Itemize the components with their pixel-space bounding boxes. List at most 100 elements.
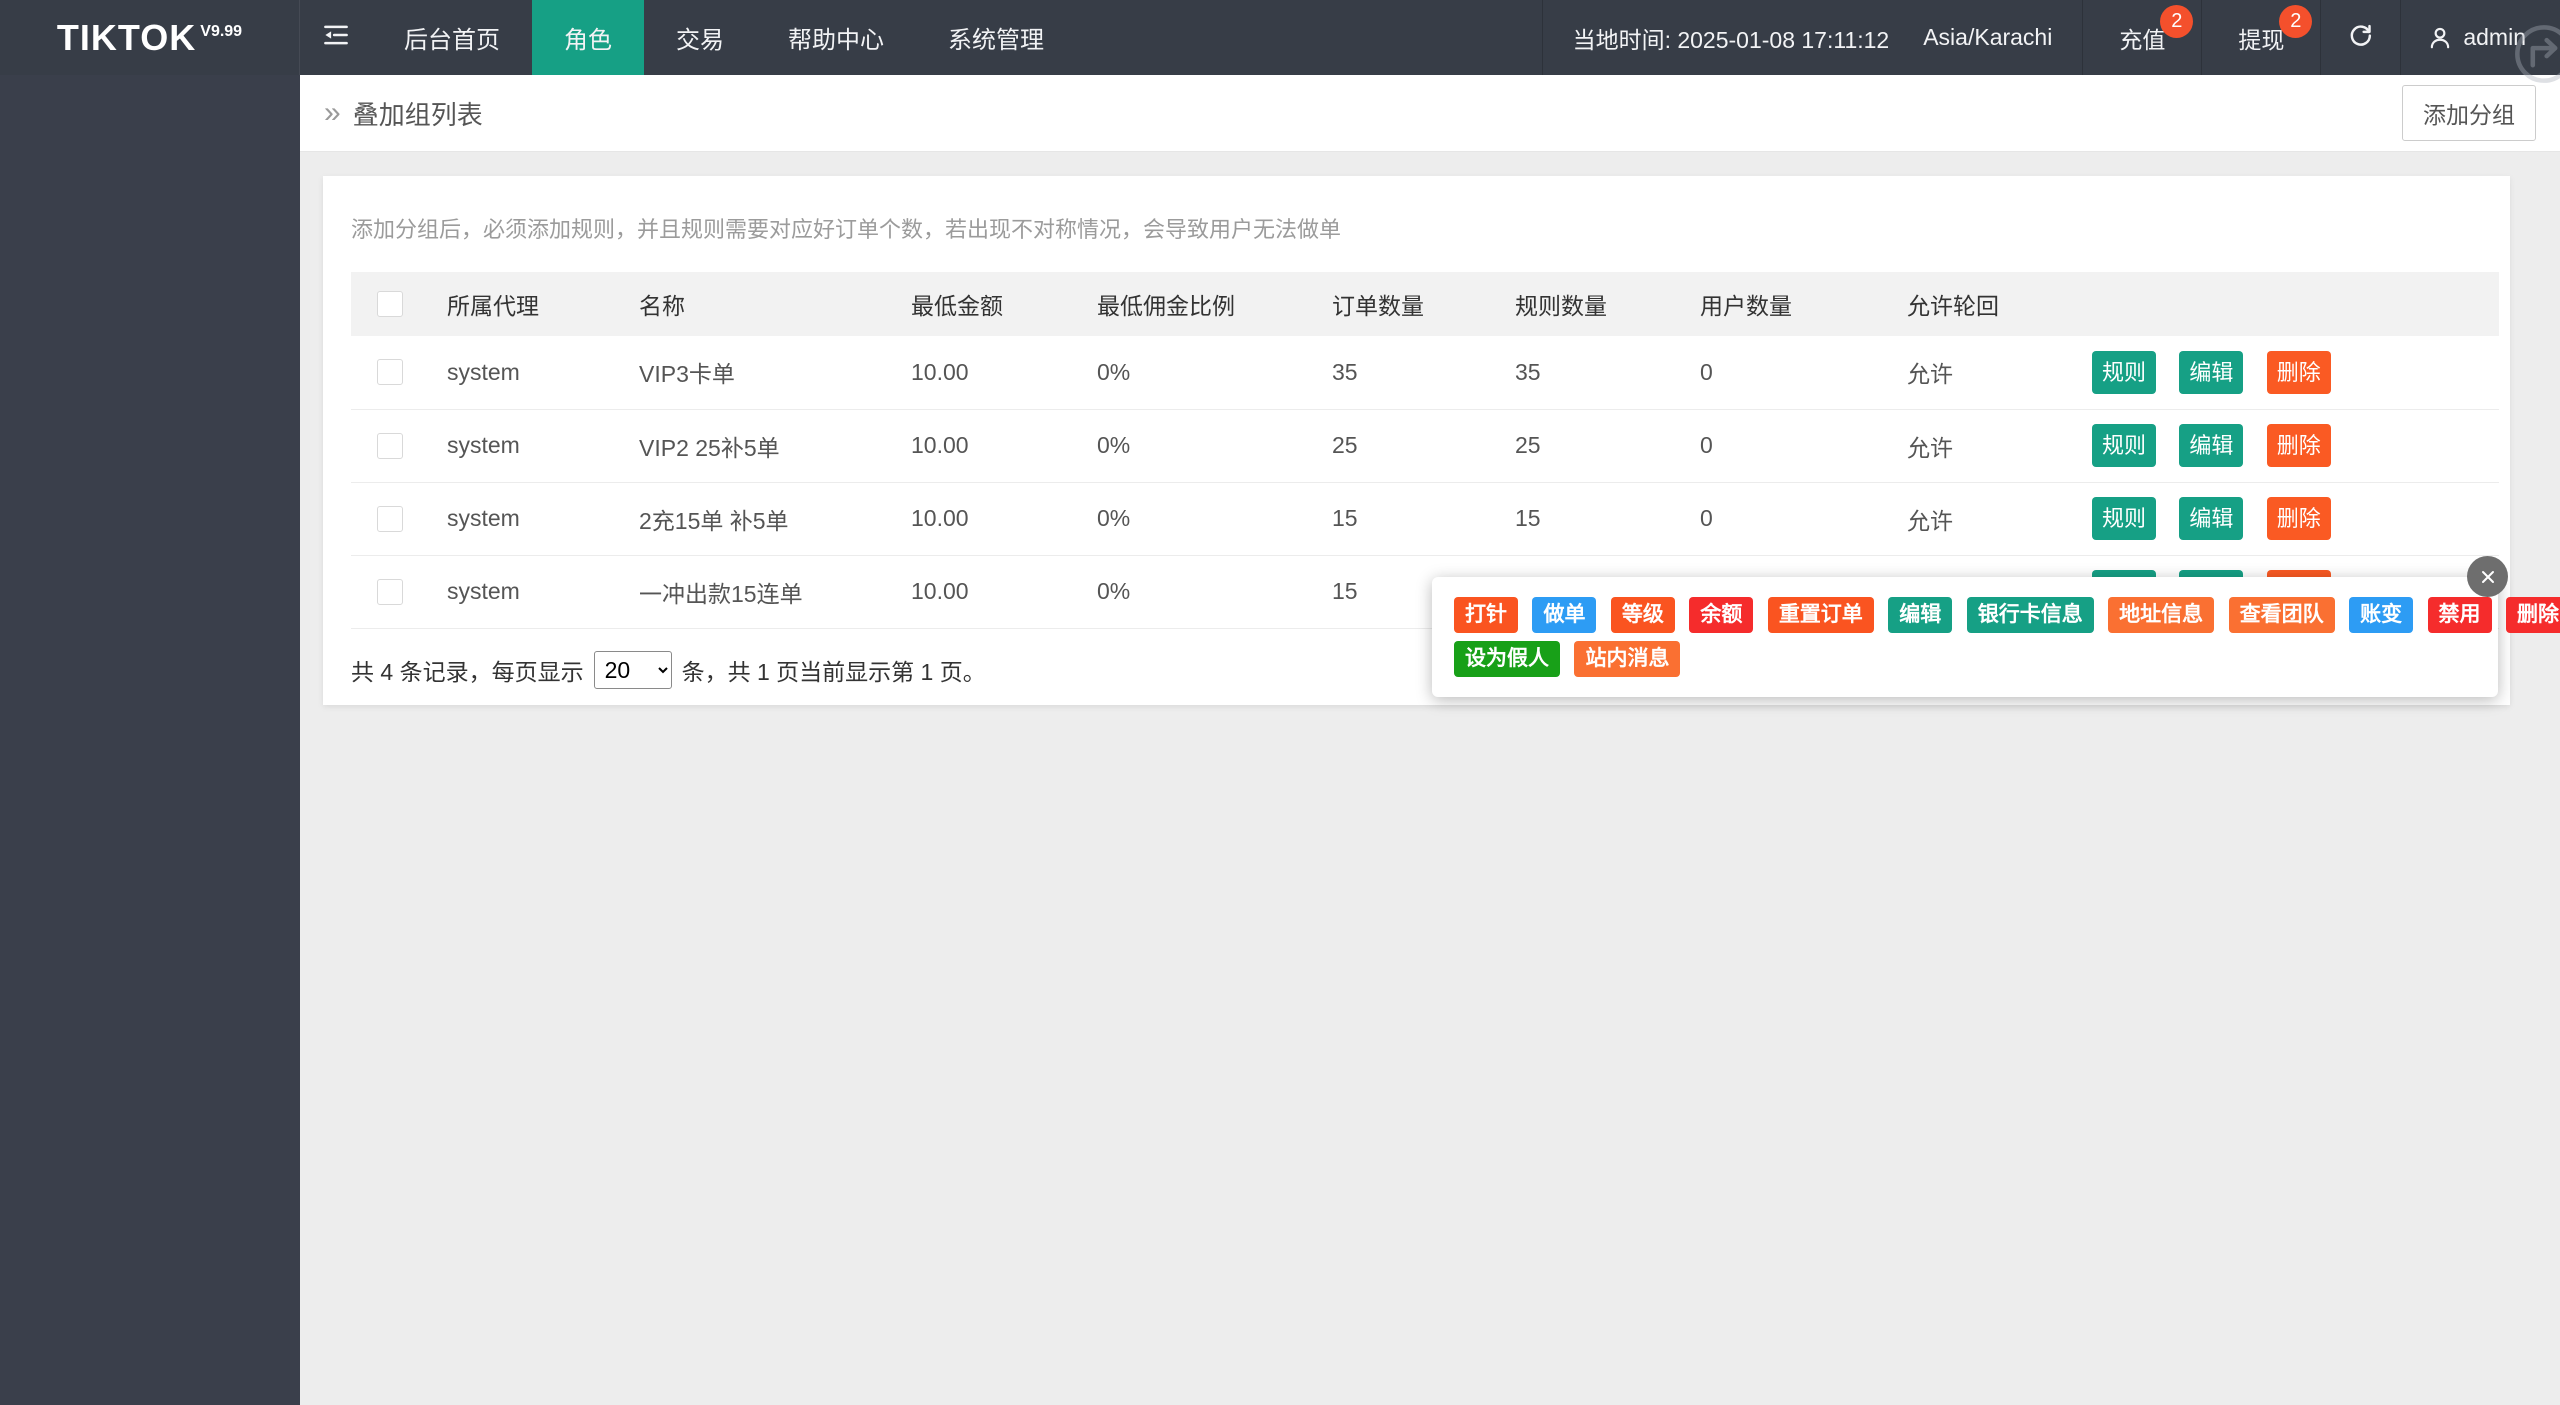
edit-button[interactable]: 编辑 (2179, 497, 2243, 540)
page: TIKTOK V9.99 后台首页 角色 交易 (0, 0, 2560, 1405)
main-area: » 叠加组列表 添加分组 添加分组后，必须添加规则，并且规则需要对应好订单个数，… (300, 75, 2560, 1405)
popup-action-button[interactable]: 删除 (2506, 597, 2560, 633)
popup-action-button[interactable]: 等级 (1611, 597, 1675, 633)
timezone-text: Asia/Karachi (1923, 24, 2052, 51)
withdraw-badge: 2 (2279, 5, 2312, 38)
rules-button[interactable]: 规则 (2092, 351, 2156, 394)
popup-action-button[interactable]: 查看团队 (2229, 597, 2335, 633)
popup-action-button[interactable]: 站内消息 (1574, 641, 1680, 677)
pagination-suffix: 条，共 1 页当前显示第 1 页。 (682, 653, 986, 687)
member-actions-popup: 打针 做单 等级 余额 重置订单 编辑 银行卡信息 地址信息 查看团队 账变 禁… (1432, 577, 2498, 697)
cell-rotation: 允许 (1907, 482, 2092, 555)
cell-rotation: 允许 (1907, 336, 2092, 409)
nav-menu-item-label: 帮助中心 (788, 20, 884, 55)
row-checkbox[interactable] (377, 359, 403, 385)
popup-action-button[interactable]: 设为假人 (1454, 641, 1560, 677)
page-size-select[interactable]: 20 (594, 651, 672, 689)
local-time: 当地时间: 2025-01-08 17:11:12 Asia/Karachi (1542, 0, 2083, 75)
cell-min-amount: 10.00 (911, 482, 1097, 555)
nav-menu-item[interactable]: 后台首页 (372, 0, 532, 75)
nav-menu-item-label: 交易 (676, 20, 724, 55)
col-header-users: 用户数量 (1700, 272, 1907, 336)
table-row: system VIP3卡单 10.00 0% 35 35 0 允许 规则 (351, 336, 2499, 409)
cell-min-commission: 0% (1097, 555, 1332, 628)
col-header-orders: 订单数量 (1332, 272, 1515, 336)
cell-rules: 25 (1515, 409, 1700, 482)
logo-version: V9.99 (200, 23, 242, 41)
close-icon[interactable] (2467, 556, 2508, 597)
col-header-min-commission: 最低佣金比例 (1097, 272, 1332, 336)
user-menu[interactable]: admin (2400, 0, 2560, 75)
page-title: 叠加组列表 (353, 95, 483, 132)
top-navbar: TIKTOK V9.99 后台首页 角色 交易 (0, 0, 2560, 75)
col-header-agent: 所属代理 (447, 272, 639, 336)
delete-button[interactable]: 删除 (2267, 351, 2331, 394)
withdraw-label: 提现 (2238, 21, 2284, 55)
rules-button[interactable]: 规则 (2092, 424, 2156, 467)
cell-min-amount: 10.00 (911, 336, 1097, 409)
cell-rules: 35 (1515, 336, 1700, 409)
recharge-badge: 2 (2160, 5, 2193, 38)
popup-action-button[interactable]: 做单 (1532, 597, 1596, 633)
col-header-rotation: 允许轮回 (1907, 272, 2092, 336)
nav-menu-item[interactable]: 系统管理 (916, 0, 1076, 75)
cell-min-amount: 10.00 (911, 409, 1097, 482)
refresh-icon (2347, 21, 2374, 54)
popup-action-button[interactable]: 账变 (2349, 597, 2413, 633)
navbar-right: 当地时间: 2025-01-08 17:11:12 Asia/Karachi 充… (1542, 0, 2560, 75)
edit-button[interactable]: 编辑 (2179, 424, 2243, 467)
recharge-button[interactable]: 充值 2 (2082, 0, 2201, 75)
nav-menu-item[interactable]: 角色 (532, 0, 644, 75)
row-checkbox[interactable] (377, 433, 403, 459)
select-all-checkbox[interactable] (377, 291, 403, 317)
popup-action-button[interactable]: 银行卡信息 (1967, 597, 2094, 633)
sidebar-toggle-button[interactable] (300, 0, 372, 75)
popup-action-button[interactable]: 禁用 (2428, 597, 2492, 633)
row-checkbox[interactable] (377, 579, 403, 605)
popup-action-button[interactable]: 余额 (1689, 597, 1753, 633)
popup-action-button[interactable]: 地址信息 (2108, 597, 2214, 633)
cell-users: 0 (1700, 336, 1907, 409)
cell-name: VIP2 25补5单 (639, 409, 911, 482)
nav-menu-item-label: 角色 (564, 20, 612, 55)
cell-orders: 15 (1332, 482, 1515, 555)
nav-menu: 后台首页 角色 交易 帮助中心 (372, 0, 1076, 75)
user-icon (2427, 25, 2453, 51)
cell-orders: 25 (1332, 409, 1515, 482)
cell-min-commission: 0% (1097, 409, 1332, 482)
add-group-button[interactable]: 添加分组 (2402, 85, 2536, 141)
nav-menu-item[interactable]: 帮助中心 (756, 0, 916, 75)
nav-menu-item[interactable]: 交易 (644, 0, 756, 75)
popup-action-button[interactable]: 重置订单 (1768, 597, 1874, 633)
recharge-label: 充值 (2119, 21, 2165, 55)
cell-agent: system (447, 409, 639, 482)
groups-table: 所属代理 名称 最低金额 最低佣金比例 订单数量 规则数量 用户数量 允许轮回 (351, 272, 2499, 629)
cell-name: 2充15单 补5单 (639, 482, 911, 555)
popup-action-button[interactable]: 编辑 (1888, 597, 1952, 633)
popup-actions-row-1: 打针 做单 等级 余额 重置订单 编辑 银行卡信息 地址信息 查看团队 账变 禁… (1454, 597, 2488, 633)
withdraw-button[interactable]: 提现 2 (2201, 0, 2320, 75)
row-checkbox[interactable] (377, 506, 403, 532)
username: admin (2463, 24, 2526, 51)
hint-text: 添加分组后，必须添加规则，并且规则需要对应好订单个数，若出现不对称情况，会导致用… (323, 176, 2510, 244)
cell-name: 一冲出款15连单 (639, 555, 911, 628)
breadcrumb-caret-icon: » (324, 96, 341, 130)
edit-button[interactable]: 编辑 (2179, 351, 2243, 394)
cell-min-amount: 10.00 (911, 555, 1097, 628)
menu-icon (321, 20, 351, 55)
cell-rules: 15 (1515, 482, 1700, 555)
cell-orders: 35 (1332, 336, 1515, 409)
popup-actions-row-2: 设为假人 站内消息 (1454, 641, 2488, 677)
local-time-text: 当地时间: 2025-01-08 17:11:12 (1573, 21, 1890, 55)
cell-agent: system (447, 482, 639, 555)
rules-button[interactable]: 规则 (2092, 497, 2156, 540)
nav-menu-item-label: 系统管理 (948, 20, 1044, 55)
col-header-rules: 规则数量 (1515, 272, 1700, 336)
delete-button[interactable]: 删除 (2267, 497, 2331, 540)
popup-action-button[interactable]: 打针 (1454, 597, 1518, 633)
sidebar (0, 75, 300, 1405)
cell-agent: system (447, 555, 639, 628)
delete-button[interactable]: 删除 (2267, 424, 2331, 467)
table-header-row: 所属代理 名称 最低金额 最低佣金比例 订单数量 规则数量 用户数量 允许轮回 (351, 272, 2499, 336)
refresh-button[interactable] (2320, 0, 2400, 75)
